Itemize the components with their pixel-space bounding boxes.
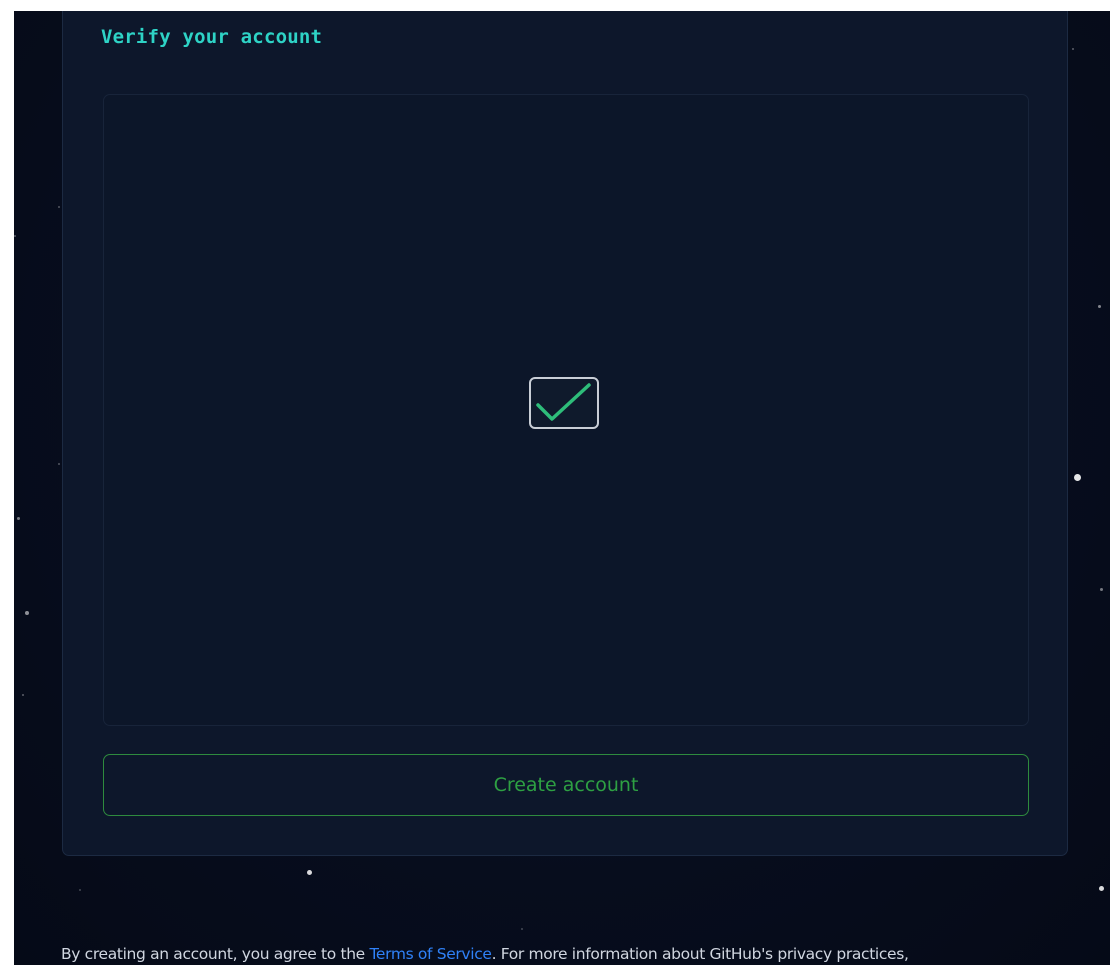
captcha-verified-checkbox[interactable] <box>529 377 599 429</box>
star-decoration <box>521 928 523 930</box>
star-decoration <box>1100 588 1103 591</box>
star-decoration <box>307 870 312 875</box>
legal-suffix: . For more information about GitHub's pr… <box>491 945 909 963</box>
star-decoration <box>58 463 60 465</box>
create-account-button[interactable]: Create account <box>103 754 1029 816</box>
star-decoration <box>22 694 24 696</box>
star-decoration <box>1074 474 1081 481</box>
signup-page-background: Verify your account Create account By cr… <box>14 11 1110 965</box>
legal-prefix: By creating an account, you agree to the <box>61 945 370 963</box>
star-decoration <box>79 889 81 891</box>
card-title: Verify your account <box>101 26 323 48</box>
star-decoration <box>1099 886 1104 891</box>
star-decoration <box>58 206 60 208</box>
star-decoration <box>1098 305 1101 308</box>
checkmark-icon <box>536 383 591 421</box>
star-decoration <box>14 235 16 237</box>
verify-account-card: Verify your account Create account <box>62 11 1068 856</box>
captcha-frame <box>103 94 1029 726</box>
star-decoration <box>1072 48 1074 50</box>
legal-notice: By creating an account, you agree to the… <box>61 945 1110 963</box>
terms-of-service-link[interactable]: Terms of Service <box>369 945 491 963</box>
star-decoration <box>25 611 29 615</box>
star-decoration <box>17 517 20 520</box>
